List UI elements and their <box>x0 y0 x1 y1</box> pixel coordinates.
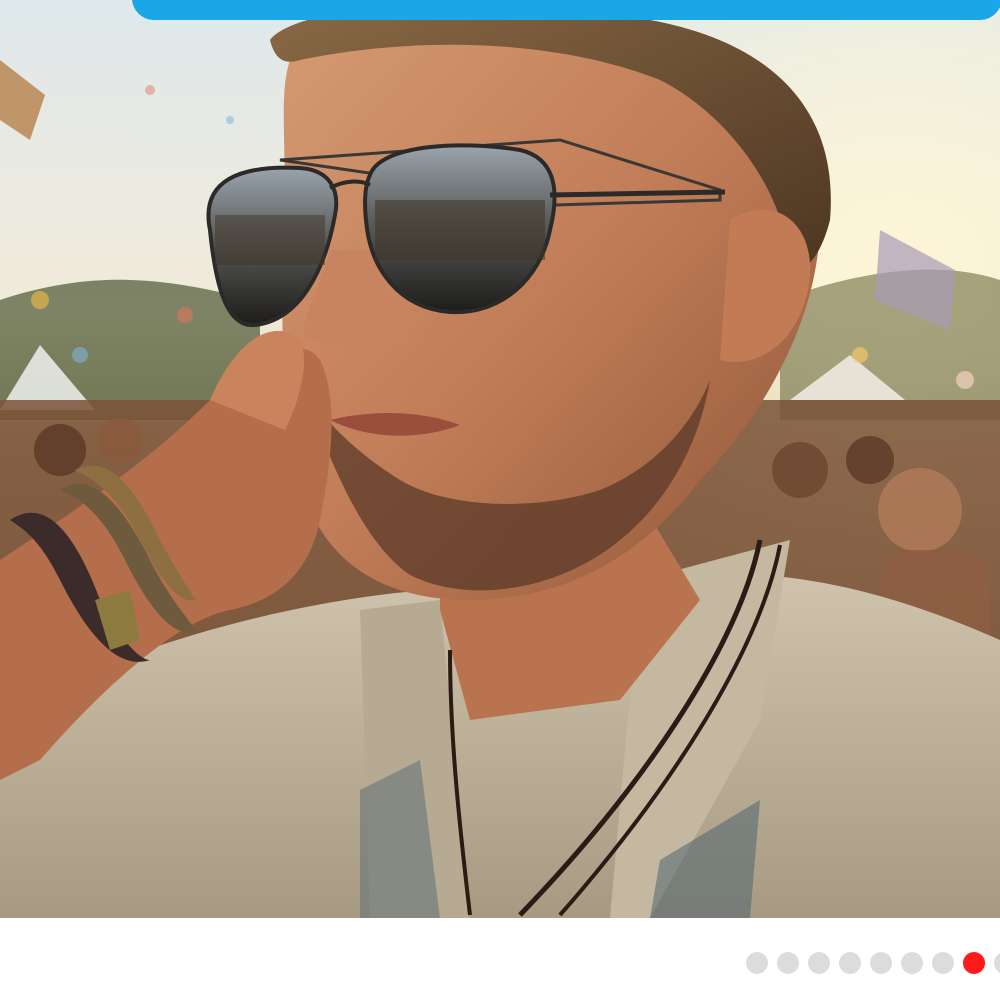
image-viewer-screen <box>0 0 1000 998</box>
page-dot-4[interactable] <box>839 952 861 974</box>
page-dot-5[interactable] <box>870 952 892 974</box>
page-dot-6[interactable] <box>901 952 923 974</box>
page-dot-7[interactable] <box>932 952 954 974</box>
page-dots <box>746 952 1000 974</box>
page-dot-3[interactable] <box>808 952 830 974</box>
main-photo[interactable] <box>0 0 1000 918</box>
top-notification-banner[interactable] <box>132 0 1000 20</box>
festival-portrait-image <box>0 0 1000 918</box>
carousel-indicator-bar <box>0 918 1000 998</box>
page-dot-2[interactable] <box>777 952 799 974</box>
page-dot-8-active[interactable] <box>963 952 985 974</box>
page-dot-1[interactable] <box>746 952 768 974</box>
page-dot-9[interactable] <box>994 952 1000 974</box>
